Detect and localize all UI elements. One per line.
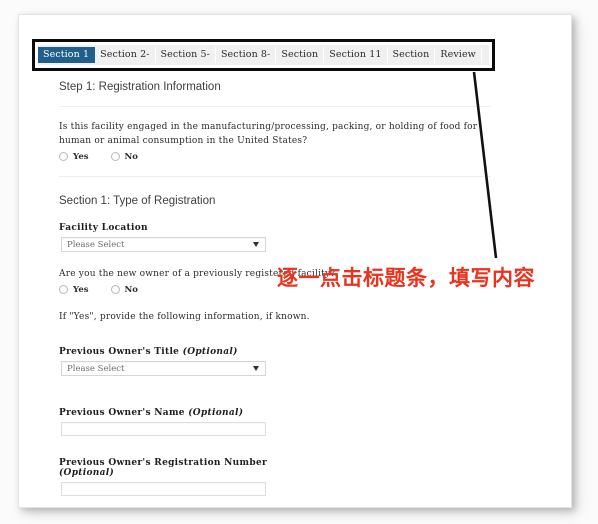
question-facility-engaged: Is this facility engaged in the manufact… (59, 122, 478, 146)
label-previous-owner-title: Previous Owner's Title (Optional) (41, 347, 491, 357)
label-previous-owner-name-optional: (Optional) (188, 407, 244, 418)
radio-circle-icon[interactable] (59, 152, 68, 162)
divider-section (59, 175, 491, 177)
chevron-down-icon[interactable] (253, 241, 259, 247)
radio-circle-icon[interactable] (110, 285, 120, 295)
screenshot-root: Section 1 Section 2- Section 5- Section … (0, 0, 598, 524)
question-1-radio-group[interactable]: Yes No (41, 152, 491, 162)
step-title: Step 1: Registration Information (59, 81, 221, 93)
label-previous-owner-regnum: Previous Owner's Registration Number (Op… (41, 458, 491, 478)
tab-section-2[interactable]: Section 2- (95, 46, 156, 64)
input-previous-owner-name[interactable] (61, 421, 266, 436)
tab-section-9[interactable]: Section (276, 46, 325, 64)
label-previous-owner-title-text: Previous Owner's Title (59, 346, 180, 357)
tab-review[interactable]: Review (435, 46, 482, 64)
annotation-text: 逐一点击标题条，填写内容 (277, 266, 535, 290)
select-previous-owner-title-value: Please Select (67, 363, 125, 374)
select-previous-owner-title[interactable]: Please Select (61, 360, 266, 376)
label-previous-owner-regnum-text: Previous Owner's Registration Number (59, 457, 268, 468)
label-previous-owner-name: Previous Owner's Name (Optional) (41, 408, 491, 418)
tab-section-8[interactable]: Section 8- (215, 46, 277, 64)
section-tab-bar[interactable]: Section 1 Section 2- Section 5- Section … (38, 45, 489, 65)
tab-section-5[interactable]: Section 5- (155, 46, 216, 64)
input-previous-owner-regnum[interactable] (61, 481, 266, 496)
select-facility-location[interactable]: Please Select (61, 236, 266, 252)
radio-label-q1-yes: Yes (73, 151, 89, 162)
note-if-yes: If "Yes", provide the following informat… (59, 311, 310, 322)
tab-section-11[interactable]: Section 11 (324, 46, 388, 64)
divider-top (59, 106, 491, 107)
radio-circle-icon[interactable] (59, 285, 68, 295)
radio-label-q1-no: No (124, 151, 138, 162)
section-heading: Section 1: Type of Registration (59, 194, 216, 207)
label-previous-owner-regnum-optional: (Optional) (59, 467, 115, 478)
chevron-down-icon[interactable] (253, 365, 259, 371)
radio-label-q2-no: No (124, 284, 138, 295)
tabbar-highlight-box: Section 1 Section 2- Section 5- Section … (32, 39, 495, 71)
label-facility-location: Facility Location (59, 222, 148, 233)
tab-section-1[interactable]: Section 1 (38, 46, 96, 64)
radio-option-q1-yes[interactable]: Yes (59, 152, 89, 162)
radio-option-q1-no[interactable]: No (110, 151, 138, 162)
select-facility-location-value: Please Select (67, 239, 125, 250)
browser-page-card: Section 1 Section 2- Section 5- Section … (18, 14, 572, 508)
radio-label-q2-yes: Yes (73, 284, 89, 295)
radio-option-q2-yes[interactable]: Yes (59, 285, 89, 295)
label-previous-owner-title-optional: (Optional) (182, 346, 238, 357)
radio-circle-icon[interactable] (110, 152, 120, 162)
tab-section-12[interactable]: Section (387, 46, 436, 64)
label-previous-owner-name-text: Previous Owner's Name (59, 407, 185, 418)
radio-option-q2-no[interactable]: No (110, 284, 138, 295)
